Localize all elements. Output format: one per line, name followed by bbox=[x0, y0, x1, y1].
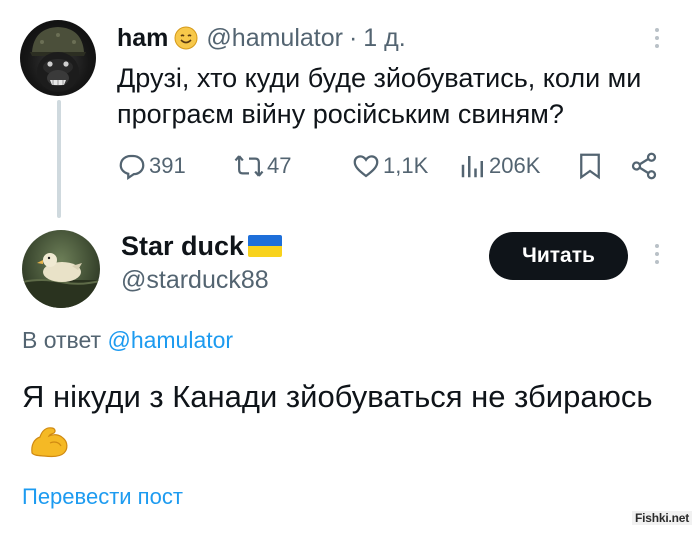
reply-context: В ответ @hamulator bbox=[22, 327, 233, 354]
bookmark-icon bbox=[580, 153, 600, 180]
share-icon bbox=[631, 152, 657, 180]
like-count: 1,1K bbox=[383, 153, 429, 178]
avatar-ham[interactable] bbox=[20, 20, 96, 96]
watermark: Fishki.net bbox=[632, 511, 693, 525]
tweet2-handle[interactable]: @starduck88 bbox=[121, 266, 269, 295]
like-button[interactable]: 1,1K bbox=[351, 148, 428, 184]
flexed-biceps-icon bbox=[28, 425, 70, 459]
reply-count: 391 bbox=[149, 153, 186, 178]
more-options-icon[interactable] bbox=[655, 28, 661, 48]
follow-button[interactable]: Читать bbox=[489, 232, 628, 280]
more-options-icon[interactable] bbox=[655, 244, 661, 264]
views-count: 206K bbox=[489, 153, 541, 178]
tweet1-text: Друзі, хто куди буде зйобуватись, коли м… bbox=[117, 63, 642, 129]
tweet1-header: ham @hamulator · 1 д. bbox=[117, 22, 406, 54]
thread-line bbox=[57, 100, 61, 218]
tweet1-display-name[interactable]: ham bbox=[117, 24, 168, 53]
tweet2-name-row: Star duck bbox=[121, 228, 283, 264]
reply-icon bbox=[119, 154, 145, 180]
reply-mention-link[interactable]: @hamulator bbox=[107, 327, 233, 353]
gorilla-helmet-avatar-icon bbox=[30, 27, 86, 92]
repost-button[interactable]: 47 bbox=[233, 148, 291, 184]
tweet1-separator: · bbox=[348, 23, 358, 52]
reply-button[interactable]: 391 bbox=[117, 148, 186, 184]
tweet1-timestamp[interactable]: 1 д. bbox=[363, 24, 405, 53]
ukraine-flag-icon bbox=[248, 235, 283, 257]
bookmark-button[interactable] bbox=[577, 148, 603, 184]
tweet2-text: Я нікуди з Канади зйобуваться не збираюс… bbox=[22, 379, 653, 414]
views-button[interactable]: 206K bbox=[459, 148, 540, 184]
views-chart-icon bbox=[461, 156, 483, 178]
avatar-starduck[interactable] bbox=[22, 230, 100, 308]
smiling-face-icon bbox=[174, 26, 198, 50]
tweet2-display-name[interactable]: Star duck bbox=[121, 231, 244, 262]
heart-icon bbox=[353, 155, 379, 178]
tweet2-text-block: Я нікуди з Канади зйобуваться не збираюс… bbox=[22, 374, 672, 466]
reply-prefix: В ответ bbox=[22, 327, 102, 353]
repost-count: 47 bbox=[267, 153, 292, 178]
translate-post-link[interactable]: Перевести пост bbox=[22, 484, 183, 510]
share-button[interactable] bbox=[629, 148, 659, 184]
repost-icon bbox=[234, 155, 264, 177]
tweet1-handle[interactable]: @hamulator bbox=[206, 24, 343, 53]
duck-on-water-avatar-icon bbox=[22, 253, 100, 308]
tweet1-action-bar: 391 47 1,1K 206K bbox=[117, 148, 662, 184]
